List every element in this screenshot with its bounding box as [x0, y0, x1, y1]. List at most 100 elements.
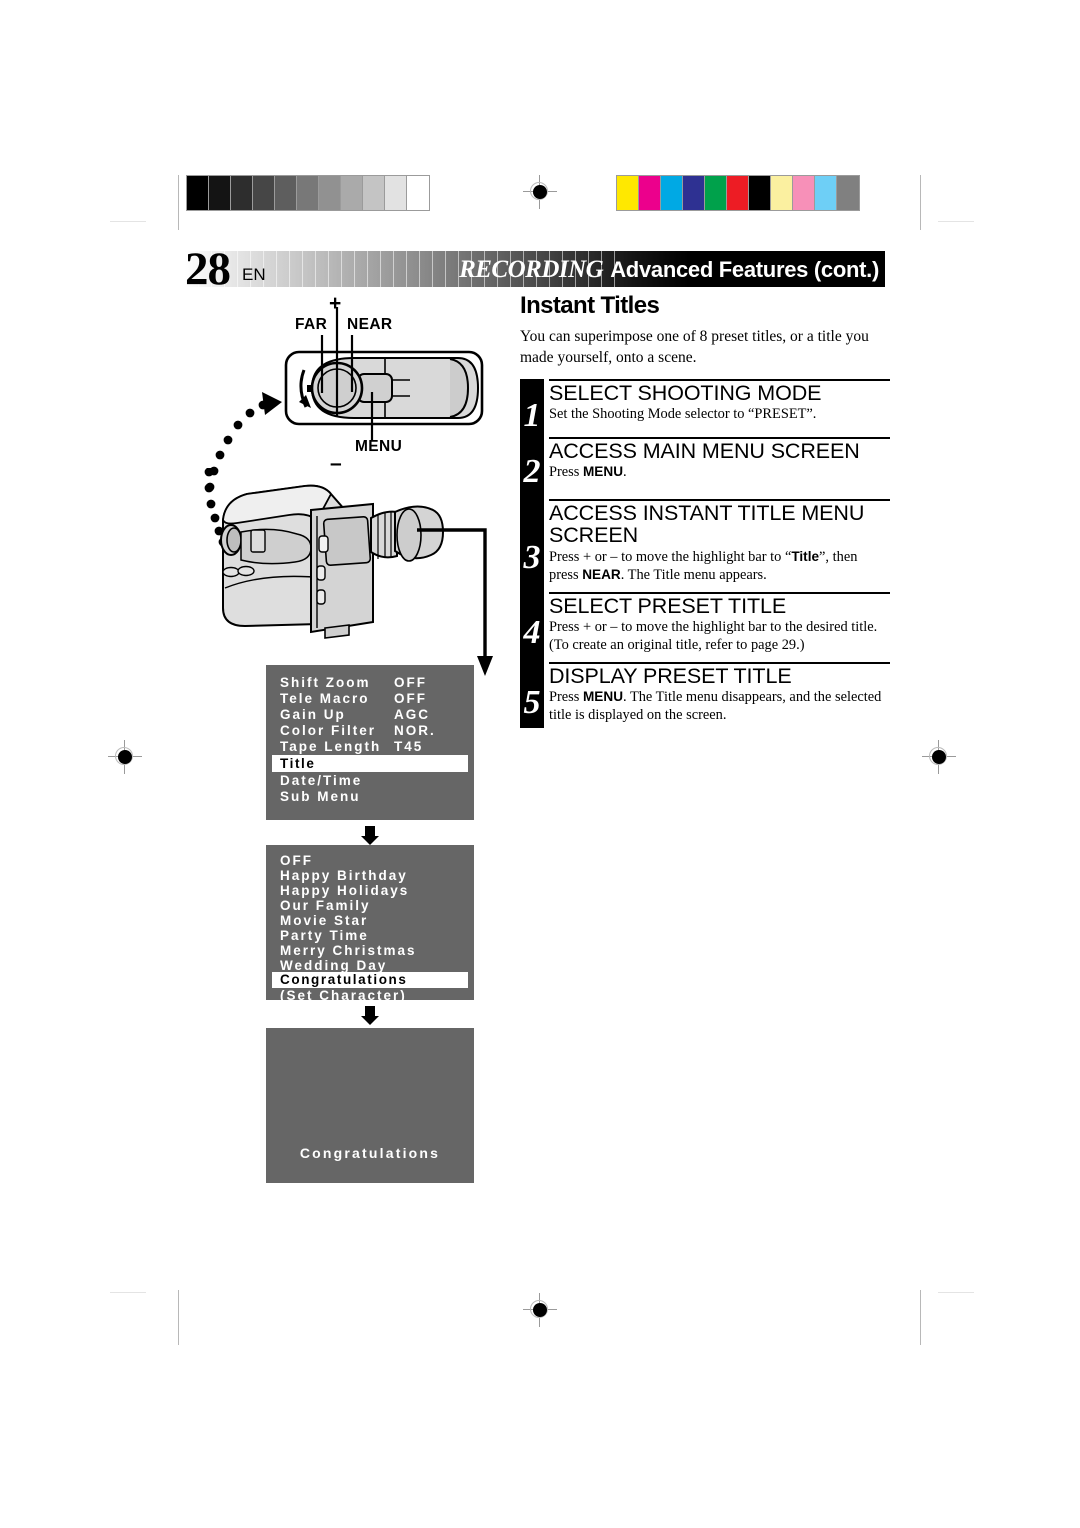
color-swatch — [837, 176, 859, 210]
crop-mark-top-left-horizontal — [110, 221, 146, 222]
section-title: Instant Titles — [520, 292, 660, 319]
osd-main-highlight-label: Title — [280, 756, 316, 771]
osd-title-item-2: Happy Holidays — [280, 883, 410, 898]
grayscale-swatch — [407, 176, 429, 210]
registration-mark-right-middle — [922, 740, 956, 774]
step-number: 3 — [523, 538, 541, 576]
camcorder-illustration — [195, 467, 495, 693]
step-number: 4 — [523, 613, 541, 651]
steps-list: 1 SELECT SHOOTING MODE Set the Shooting … — [520, 378, 890, 744]
header-title-recording: RECORDING — [459, 256, 604, 283]
osd-title-item-4: Movie Star — [280, 913, 369, 928]
color-swatch — [683, 176, 705, 210]
osd-title-highlight-label: Congratulations — [280, 972, 408, 987]
osd-title-item-7: Wedding Day — [280, 958, 388, 973]
color-swatch — [749, 176, 771, 210]
step-heading: DISPLAY PRESET TITLE — [549, 663, 792, 688]
step-body: Press + or – to move the highlight bar t… — [549, 548, 858, 583]
step-number: 2 — [523, 452, 541, 490]
step-number: 1 — [523, 396, 541, 434]
dial-label-near: NEAR — [347, 316, 393, 333]
crop-mark-bottom-left-vertical — [178, 1290, 179, 1345]
osd-main-row-label-4: Tape Length — [280, 739, 382, 754]
grayscale-swatch — [363, 176, 385, 210]
osd-main-menu-screen: Shift Zoom OFF Tele Macro OFF Gain Up AG… — [266, 665, 474, 820]
step-heading: SELECT SHOOTING MODE — [549, 380, 822, 405]
osd-title-highlight-bar: Congratulations — [272, 972, 468, 988]
section-intro: You can superimpose one of 8 preset titl… — [520, 328, 869, 366]
dial-label-menu: MENU — [355, 438, 403, 455]
color-swatch — [617, 176, 639, 210]
zoom-dial-illustration: + – FAR NEAR MENU — [200, 292, 500, 492]
grayscale-swatch — [275, 176, 297, 210]
crop-mark-bottom-right-horizontal — [938, 1292, 974, 1293]
osd-main-highlight-bar: Title — [272, 755, 468, 772]
osd-title-item-6: Merry Christmas — [280, 943, 417, 958]
header-title-group: RECORDING Advanced Features (cont.) — [459, 256, 879, 284]
step-body: Press + or – to move the highlight bar t… — [549, 618, 878, 653]
step-number: 5 — [523, 683, 541, 721]
instructions-column: Instant Titles You can superimpose one o… — [520, 292, 890, 744]
step-item: 2 ACCESS MAIN MENU SCREEN Press MENU. — [520, 436, 890, 499]
osd-title-item-3: Our Family — [280, 898, 371, 913]
color-swatch — [661, 176, 683, 210]
osd-main-row-label-3: Color Filter — [280, 723, 377, 738]
step-item: 1 SELECT SHOOTING MODE Set the Shooting … — [520, 378, 890, 437]
camcorder-svg — [204, 467, 493, 676]
grayscale-swatch — [209, 176, 231, 210]
osd-main-row-value-3: NOR. — [394, 723, 436, 738]
crop-mark-bottom-right-vertical — [920, 1290, 921, 1345]
color-swatch — [815, 176, 837, 210]
osd-title-item-1: Happy Birthday — [280, 868, 408, 883]
osd-main-row-label-7: Sub Menu — [280, 789, 361, 804]
step-heading: ACCESS MAIN MENU SCREEN — [549, 438, 860, 463]
grayscale-swatch — [297, 176, 319, 210]
crop-mark-top-right-horizontal — [938, 221, 974, 222]
step-item: 5 DISPLAY PRESET TITLE Press MENU. The T… — [520, 661, 890, 744]
osd-main-row-value-4: T45 — [394, 739, 424, 754]
flow-arrow-down-1 — [359, 824, 381, 846]
grayscale-swatch — [253, 176, 275, 210]
osd-main-row-value-2: AGC — [394, 707, 430, 722]
osd-title-menu-screen: OFF Happy Birthday Happy Holidays Our Fa… — [266, 845, 474, 1003]
page-locale: EN — [242, 265, 266, 284]
dial-label-plus: + — [329, 292, 342, 315]
crop-mark-top-left-vertical — [178, 175, 179, 230]
osd-main-row-label-1: Tele Macro — [280, 691, 370, 706]
step-body: Set the Shooting Mode selector to “PRESE… — [549, 406, 817, 423]
grayscale-swatch — [385, 176, 407, 210]
osd-main-row-value-1: OFF — [394, 691, 427, 706]
header-title-subtitle: Advanced Features (cont.) — [610, 257, 879, 282]
grayscale-swatch — [341, 176, 363, 210]
page-header: 28 EN RECORDING Advanced Features (cont.) — [185, 243, 885, 295]
osd-title-item-5: Party Time — [280, 928, 369, 943]
osd-main-row-label-2: Gain Up — [280, 707, 346, 722]
osd-result-title-text: Congratulations — [299, 1145, 441, 1161]
osd-main-row-label-6: Date/Time — [280, 773, 363, 788]
grayscale-swatch — [187, 176, 209, 210]
grayscale-swatch — [231, 176, 253, 210]
page-number: 28 — [185, 243, 231, 295]
step-heading: ACCESS INSTANT TITLE MENU SCREEN — [549, 500, 865, 548]
color-calibration-strip — [616, 175, 860, 211]
registration-mark-bottom-center — [523, 1293, 557, 1327]
flow-arrow-down-2 — [359, 1004, 381, 1026]
color-swatch — [727, 176, 749, 210]
color-swatch — [771, 176, 793, 210]
color-swatch — [639, 176, 661, 210]
registration-mark-left-middle — [108, 740, 142, 774]
crop-mark-bottom-left-horizontal — [110, 1292, 146, 1293]
grayscale-calibration-strip — [186, 175, 430, 211]
grayscale-swatch — [319, 176, 341, 210]
step-item: 4 SELECT PRESET TITLE Press + or – to mo… — [520, 591, 890, 658]
osd-result-screen: Congratulations — [266, 1028, 474, 1183]
step-item: 3 ACCESS INSTANT TITLE MENU SCREEN Press… — [520, 498, 890, 588]
osd-title-item-9: (Set Character) — [280, 988, 407, 1003]
step-body: Press MENU. The Title menu disappears, a… — [549, 689, 882, 724]
crop-mark-top-right-vertical — [920, 175, 921, 230]
color-swatch — [793, 176, 815, 210]
osd-title-item-0: OFF — [280, 853, 313, 868]
registration-mark-top-center — [523, 175, 557, 209]
step-body: Press MENU. — [549, 464, 627, 481]
step-heading: SELECT PRESET TITLE — [549, 593, 787, 618]
